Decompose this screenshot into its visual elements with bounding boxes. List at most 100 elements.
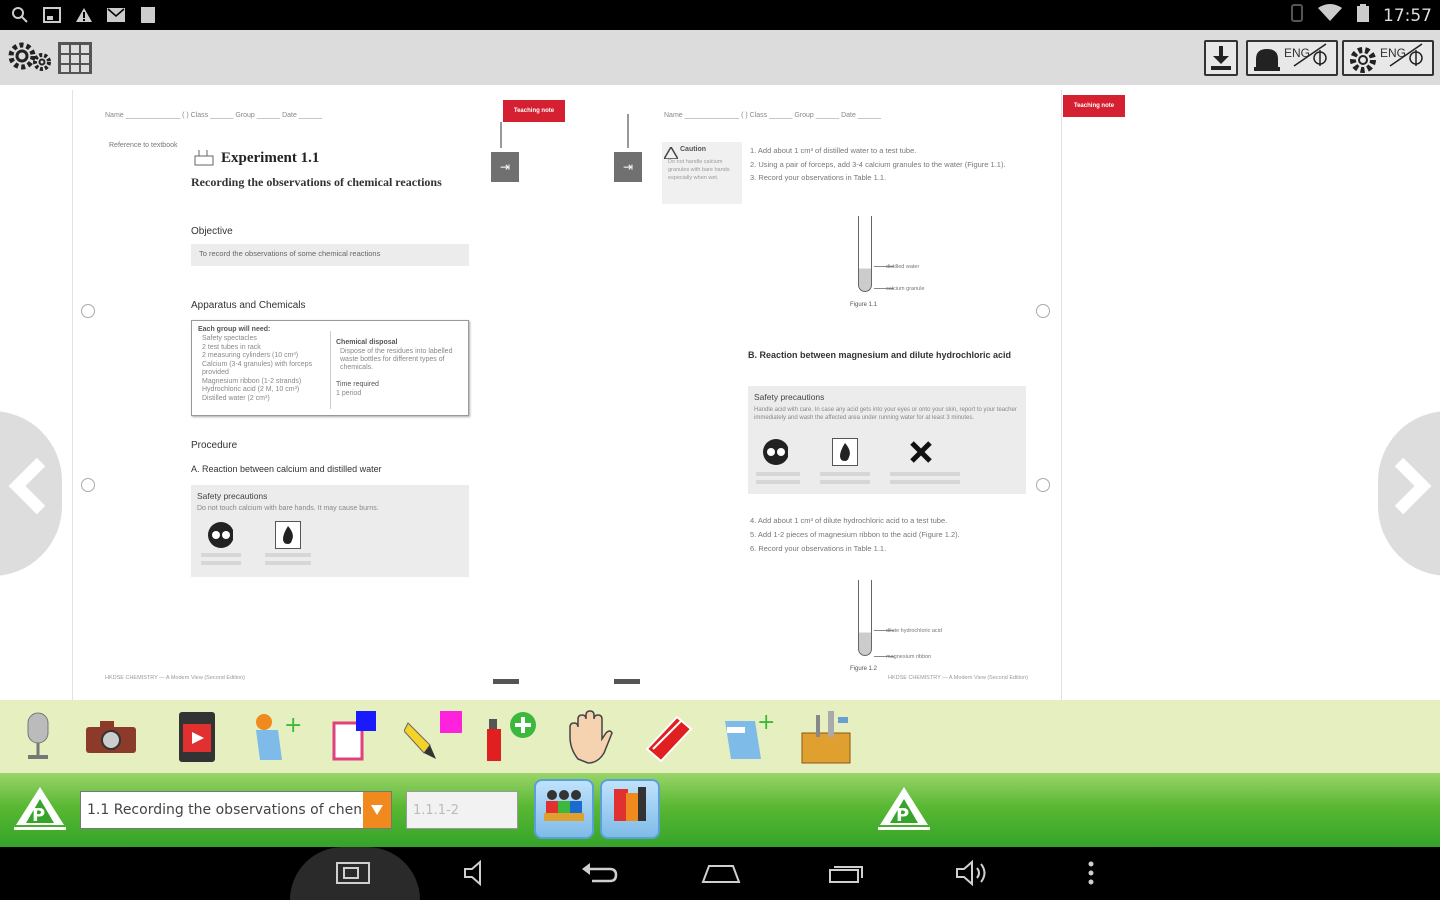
apparatus-col1-title: Each group will need: [198,326,271,333]
experiment-subtitle: Recording the observations of chemical r… [191,175,442,189]
volume-up-icon[interactable] [948,855,998,891]
objective-label: Objective [191,226,233,237]
class-mode-button[interactable] [534,779,594,839]
clock: 17:57 [1383,5,1432,26]
teaching-note-badge[interactable]: Teaching note [503,100,565,122]
annotation-toolbar: + + [0,700,1440,773]
storage-icon [138,5,158,25]
battery-icon [1357,4,1369,27]
apparatus-col2-text: Dispose of the residues into labelled wa… [340,348,453,371]
chevron-down-icon[interactable] [363,792,391,828]
publisher-logo-icon[interactable]: P [876,785,932,833]
wifi-icon [1317,4,1343,27]
flammable-hazard-icon [832,438,858,466]
switch-icon [1386,42,1426,72]
chevron-left-icon [7,456,47,532]
svg-text:P: P [896,805,909,826]
bookshelf-button[interactable] [600,779,660,839]
overflow-menu-icon[interactable] [1066,855,1116,891]
procedure-label: Procedure [191,440,238,451]
bookmark-tab[interactable]: ⇥ [491,152,519,182]
eraser-icon[interactable] [640,708,698,766]
safety-box: Safety precautions Handle acid with care… [748,386,1026,494]
experiment-title: Experiment 1.1 [221,150,320,166]
bottom-app-bar: P 1.1 Recording the observations of chem… [0,773,1440,847]
vibrate-icon [1291,4,1303,27]
highlighter-icon[interactable] [404,708,462,766]
page-marker-radio[interactable] [1036,304,1050,318]
safety-title: Safety precautions [197,491,268,501]
toolbox-icon[interactable] [798,708,856,766]
time-label: Time required [336,381,379,388]
download-icon[interactable] [1204,40,1238,76]
svg-text:+: + [284,713,302,738]
publisher-logo-icon[interactable]: P [12,785,68,833]
bookmark-tab[interactable]: ⇥ [614,152,642,182]
add-marker-icon[interactable] [482,708,540,766]
flammable-hazard-icon [275,521,301,549]
teaching-note-badge[interactable]: Teaching note [1063,95,1125,117]
home-icon[interactable] [696,855,746,891]
book-page-right[interactable]: ⇥ Name ______________ ( ) Class ______ G… [570,90,1062,700]
apparatus-col2-title: Chemical disposal [336,339,398,346]
next-page-button[interactable] [1378,411,1440,576]
page-header: Name ______________ ( ) Class ______ Gro… [105,112,323,119]
page-footer: HKDSE CHEMISTRY — A Modern View (Second … [887,675,1028,681]
video-icon[interactable] [168,708,226,766]
mail-icon [106,5,126,25]
language-audio-button[interactable]: ENG [1246,40,1338,76]
harmful-hazard-icon [908,438,934,466]
page-footer: HKDSE CHEMISTRY — A Modern View (Second … [105,675,246,681]
top-toolbar: ENG ENG [0,30,1440,85]
system-navigation-bar [0,847,1440,900]
previous-page-button[interactable] [0,411,62,576]
apparatus-box: Each group will need: Safety spectacles … [191,320,469,416]
book-reader[interactable]: Name ______________ ( ) Class ______ Gro… [0,85,1440,700]
settings-gear-icon[interactable] [6,38,52,78]
students-icon [542,785,586,833]
page-marker-radio[interactable] [81,478,95,492]
volume-down-icon[interactable] [452,855,502,891]
apparatus-label: Apparatus and Chemicals [191,300,306,311]
experiment-icon [193,148,215,170]
page-jump-input[interactable]: 1.1.1-2 [406,791,518,829]
color-frame-icon[interactable] [326,708,384,766]
steps-b: 4. Add about 1 cm³ of dilute hydrochlori… [750,516,960,553]
page-marker-radio[interactable] [81,304,95,318]
add-link-icon[interactable]: + [718,708,776,766]
safety-title: Safety precautions [754,392,825,402]
back-icon[interactable] [574,855,624,891]
audio-icon [1252,45,1282,77]
goggles-hazard-icon [207,521,233,549]
objective-text: To record the observations of some chemi… [199,249,381,258]
hand-icon[interactable] [562,708,620,766]
page-number-bar [614,679,640,684]
caution-title: Caution [680,146,707,153]
section-a-heading: A. Reaction between calcium and distille… [191,464,382,474]
camera-icon[interactable] [82,708,140,766]
steps-a: 1. Add about 1 cm³ of distilled water to… [750,146,1006,182]
language-settings-button[interactable]: ENG [1342,40,1434,76]
switch-icon [1290,42,1330,72]
chapter-select-value: 1.1 Recording the observations of chemic… [87,802,361,818]
gear-icon [1348,45,1378,79]
apparatus-list: Safety spectacles 2 test tubes in rack 2… [202,335,313,402]
recent-apps-icon[interactable] [822,855,872,891]
page-marker-radio[interactable] [1036,478,1050,492]
safety-box: Safety precautions Do not touch calcium … [191,485,469,577]
section-b-heading: B. Reaction between magnesium and dilute… [748,350,1012,360]
goggles-hazard-icon [762,438,788,466]
screenshot-icon [42,5,62,25]
screenshot-icon[interactable] [328,855,378,891]
safety-text: Handle acid with care. In case any acid … [754,407,1017,421]
objective-box: To record the observations of some chemi… [191,244,469,266]
time-value: 1 period [336,390,362,397]
chapter-select[interactable]: 1.1 Recording the observations of chemic… [80,791,392,829]
caution-text: Do not handle calcium granules with bare… [668,159,730,181]
page-number-bar [493,679,519,684]
microphone-icon[interactable] [9,708,67,766]
add-note-icon[interactable]: + [246,708,304,766]
thumbnail-grid-icon[interactable] [56,38,94,78]
chevron-right-icon [1393,456,1433,532]
book-page-left[interactable]: Name ______________ ( ) Class ______ Gro… [72,90,565,700]
